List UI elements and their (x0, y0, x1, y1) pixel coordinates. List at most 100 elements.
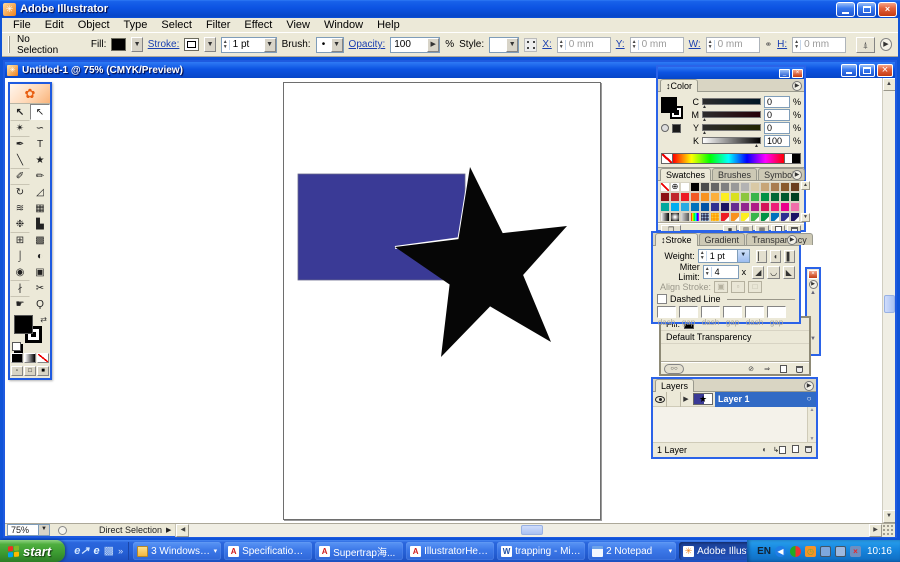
swap-fill-stroke-icon[interactable]: ⇄ (40, 315, 47, 324)
stroke-weight-dropdown-icon[interactable]: ▼ (264, 38, 276, 52)
stroke-weight-stepper[interactable]: ▲▼ (222, 40, 230, 50)
opacity-slider-icon[interactable]: ▶ (427, 38, 439, 52)
palette-title-bar[interactable]: _ × (658, 67, 804, 79)
bevel-join-button[interactable]: ◣ (783, 266, 795, 279)
swatch[interactable] (760, 202, 770, 212)
selection-tool[interactable]: ↖ (10, 104, 30, 120)
vertical-scrollbar[interactable]: ▲ ▼ (882, 78, 895, 523)
swatch[interactable] (780, 212, 790, 222)
swatch[interactable] (730, 182, 740, 192)
menu-effect[interactable]: Effect (237, 19, 279, 31)
tray-arrow-icon[interactable]: ◀ (775, 546, 786, 557)
type-tool[interactable]: T (30, 136, 50, 152)
pencil-tool[interactable]: ✏ (30, 168, 50, 184)
task-illustratorhelp-[interactable]: AIllustratorHelp... (406, 542, 494, 560)
dash-input[interactable] (657, 306, 676, 318)
internet-explorer-icon[interactable]: e (94, 544, 100, 558)
w-field[interactable]: ▲▼0 mm (706, 37, 760, 53)
align-center-button[interactable]: ▣ (714, 281, 728, 293)
dash-input[interactable] (679, 306, 698, 318)
zoom-dropdown-icon[interactable]: ▼ (38, 525, 49, 535)
default-fill-stroke-icon[interactable] (12, 342, 21, 351)
swatch[interactable] (660, 212, 670, 222)
status-popup-arrow-icon[interactable]: ▶ (166, 526, 171, 534)
layer-thumbnail[interactable]: ★ (693, 393, 713, 405)
appearance-transparency-row[interactable]: Default Transparency (661, 331, 809, 344)
control-bar-menu-icon[interactable]: ▶ (880, 38, 892, 51)
status-tool-name[interactable]: Direct Selection (99, 525, 162, 535)
stroke-dropdown-arrow-icon[interactable]: ▼ (204, 37, 215, 52)
layers-panel-menu-icon[interactable]: ▶ (804, 381, 814, 391)
dash-input[interactable] (745, 306, 764, 318)
blend-tool[interactable]: ◐ (30, 248, 50, 264)
tab-color[interactable]: ↕Color (660, 79, 698, 92)
swatch[interactable] (690, 202, 700, 212)
restore-button[interactable] (857, 2, 876, 17)
duplicate-item-button[interactable] (776, 364, 790, 375)
channel-value[interactable]: 0 (764, 122, 790, 134)
swatch[interactable] (770, 202, 780, 212)
task-specification-[interactable]: ASpecification_... (224, 542, 312, 560)
scissors-tool[interactable]: ✂ (30, 280, 50, 296)
make-clipping-mask-icon[interactable]: ◐ (762, 445, 767, 454)
full-screen-menu-mode-button[interactable]: □ (24, 366, 36, 376)
spectrum-black[interactable] (792, 154, 800, 163)
swatch[interactable] (740, 192, 750, 202)
layer-row[interactable]: ▶ ★ Layer 1 ○ (653, 392, 816, 407)
swatch[interactable] (700, 192, 710, 202)
stroke-panel-menu-icon[interactable]: ▶ (787, 235, 797, 245)
gradient-tool[interactable]: ▩ (30, 232, 50, 248)
none-mode-button[interactable] (37, 353, 49, 363)
menu-window[interactable]: Window (317, 19, 370, 31)
swatch[interactable] (770, 212, 780, 222)
language-indicator[interactable]: EN (757, 546, 771, 557)
scroll-down-icon[interactable]: ▼ (883, 510, 896, 523)
swatches-panel-menu-icon[interactable]: ▶ (792, 170, 802, 180)
new-sublayer-button[interactable]: ↳ (773, 446, 786, 454)
normal-screen-mode-button[interactable]: ▫ (11, 366, 23, 376)
new-layer-button[interactable] (792, 445, 799, 455)
resize-grip[interactable] (882, 524, 895, 537)
round-join-button[interactable]: ◡ (767, 266, 779, 279)
brush-combo[interactable]: • ▼ (316, 37, 344, 53)
field-label-x[interactable]: X: (542, 39, 551, 50)
zoom-level-combo[interactable]: 75% ▼ (7, 524, 50, 536)
dash-input[interactable] (701, 306, 720, 318)
spectrum-none-swatch[interactable] (662, 154, 673, 163)
projecting-cap-button[interactable]: ▌ (784, 250, 795, 263)
swatch[interactable] (730, 192, 740, 202)
tab-swatches[interactable]: Swatches (660, 168, 711, 181)
vertical-scroll-thumb[interactable] (884, 295, 895, 313)
channel-slider[interactable]: ▲ (702, 111, 761, 118)
task-3-windows-e-[interactable]: 3 Windows E...▾ (133, 542, 221, 560)
warp-tool[interactable]: ≋ (10, 200, 30, 216)
swatch[interactable] (690, 212, 700, 222)
swatch[interactable] (790, 182, 800, 192)
dash-input[interactable] (723, 306, 742, 318)
channel-slider[interactable]: ▲ (702, 137, 761, 144)
lasso-tool[interactable]: ∽ (30, 120, 50, 136)
layer-lock-cell[interactable] (667, 392, 681, 407)
swatch[interactable] (730, 202, 740, 212)
channel-value[interactable]: 100 (764, 135, 790, 147)
line-tool[interactable]: ╲ (10, 152, 30, 168)
tab-layers[interactable]: Layers (655, 379, 694, 392)
hand-tool[interactable]: ☛ (10, 296, 30, 312)
slider-marker-icon[interactable]: ▲ (702, 104, 707, 110)
direct-selection-tool[interactable]: ↖ (30, 104, 50, 120)
channel-slider[interactable]: ▲ (702, 98, 761, 105)
swatch[interactable] (790, 192, 800, 202)
tab-transparency[interactable]: Transparency (746, 233, 813, 245)
scale-tool[interactable]: ◿ (30, 184, 50, 200)
swatch[interactable] (740, 212, 750, 222)
swatch[interactable] (720, 212, 730, 222)
miter-stepper[interactable]: ▲▼ (704, 267, 712, 277)
strip-menu-icon[interactable]: ▶ (809, 280, 818, 289)
channel-value[interactable]: 0 (764, 96, 790, 108)
swatch[interactable] (680, 182, 690, 192)
swatch[interactable] (780, 202, 790, 212)
swatch[interactable] (750, 202, 760, 212)
delete-layer-button[interactable] (805, 445, 812, 455)
swatch[interactable] (670, 212, 680, 222)
star-tool[interactable]: ★ (30, 152, 50, 168)
